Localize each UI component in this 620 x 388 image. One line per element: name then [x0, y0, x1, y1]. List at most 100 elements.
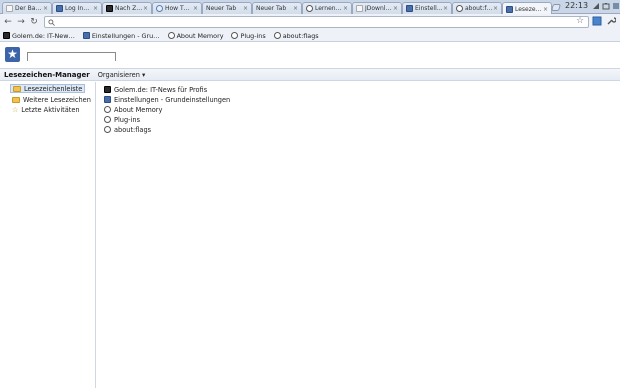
list-item-about-flags[interactable]: about:flags — [104, 125, 151, 134]
tab-title: Einstell… — [415, 5, 442, 12]
globe-icon — [273, 32, 281, 39]
bookmark-search-field[interactable] — [27, 52, 116, 62]
bookmarks-bar: Golem.de: IT-New… Einstellungen - Gru… A… — [0, 30, 620, 42]
bookmark-golem[interactable]: Golem.de: IT-New… — [3, 32, 75, 40]
tab-2[interactable]: Log In… × — [52, 2, 102, 14]
list-item-label: about:flags — [114, 125, 152, 134]
tab-title: Neuer Tab — [256, 5, 287, 12]
forward-button[interactable]: → — [16, 17, 26, 27]
star-icon: ☆ — [12, 105, 19, 114]
battery-icon[interactable] — [602, 2, 610, 10]
status-icon[interactable] — [612, 2, 620, 10]
close-icon[interactable]: × — [143, 5, 148, 12]
tab-9[interactable]: Einstell… × — [402, 2, 452, 14]
tab-7[interactable]: Lernen… × — [302, 2, 352, 14]
folder-icon — [13, 85, 21, 92]
tab-title: Log In… — [65, 5, 90, 12]
close-icon[interactable]: × — [193, 5, 198, 12]
organize-menu-button[interactable]: Organisieren ▾ — [98, 71, 146, 79]
wrench-icon[interactable] — [606, 16, 616, 26]
close-icon[interactable]: × — [293, 5, 298, 12]
toolbar: ← → ↻ — [0, 14, 620, 30]
facebook-icon — [56, 5, 63, 12]
clock: 22:13 — [565, 1, 589, 10]
close-icon[interactable]: × — [393, 5, 398, 12]
tab-10[interactable]: about:f… × — [452, 2, 502, 14]
bookmark-label: About Memory — [176, 31, 224, 40]
tab-4[interactable]: How T… × — [152, 2, 202, 14]
omnibox[interactable] — [44, 16, 589, 28]
settings-icon — [82, 32, 90, 39]
search-icon — [48, 18, 55, 26]
bookmark-label: Golem.de: IT-New… — [12, 31, 75, 40]
close-icon[interactable]: × — [543, 6, 548, 13]
page-icon — [6, 5, 13, 12]
tree-item-label: Lesezeichenleiste — [24, 84, 83, 93]
tab-title: Nach Z… — [115, 5, 142, 12]
tree-item-letzte-aktivitaeten[interactable]: ☆ Letzte Aktivitäten — [10, 105, 82, 114]
list-item-golem[interactable]: Golem.de: IT-News für Profis — [104, 85, 207, 94]
close-icon[interactable]: × — [443, 5, 448, 12]
close-icon[interactable]: × — [93, 5, 98, 12]
tab-title: How T… — [165, 5, 190, 12]
manager-toolbar: Lesezeichen-Manager Organisieren ▾ — [0, 68, 620, 81]
tree-item-label: Letzte Aktivitäten — [21, 105, 80, 114]
bookmark-icon — [506, 5, 513, 13]
close-icon[interactable]: × — [243, 5, 248, 12]
list-item-label: Einstellungen - Grundeinstellungen — [114, 95, 231, 104]
tab-title: Der Ba… — [15, 5, 42, 12]
tab-title: Neuer Tab — [206, 5, 237, 12]
globe-icon — [104, 106, 111, 113]
tree-item-weitere-lesezeichen[interactable]: Weitere Lesezeichen — [10, 95, 93, 104]
page-title: Lesezeichen-Manager — [4, 70, 90, 79]
page-icon — [356, 5, 363, 12]
list-item-about-memory[interactable]: About Memory — [104, 105, 162, 114]
tree-item-lesezeichenleiste[interactable]: Lesezeichenleiste — [10, 84, 86, 93]
bookmark-label: Plug-ins — [240, 31, 266, 40]
list-item-label: About Memory — [114, 105, 163, 114]
bookmark-star-icon[interactable]: ☆ — [576, 16, 584, 26]
globe-icon — [456, 5, 463, 12]
tab-title: Leseze… — [515, 5, 542, 13]
tab-8[interactable]: JDownl… × — [352, 2, 402, 14]
reload-button[interactable]: ↻ — [29, 17, 39, 27]
bookmark-label: about:flags — [282, 31, 319, 40]
settings-icon — [406, 5, 413, 12]
tab-title: about:f… — [465, 5, 492, 12]
bookmark-about-flags[interactable]: about:flags — [273, 31, 319, 40]
tree-item-label: Weitere Lesezeichen — [23, 95, 91, 104]
tab-5[interactable]: Neuer Tab × — [202, 2, 252, 14]
bookmark-einstellungen[interactable]: Einstellungen - Gru… — [82, 31, 160, 40]
tab-1[interactable]: Der Ba… × — [2, 2, 52, 14]
bookmark-label: Einstellungen - Gru… — [91, 31, 160, 40]
omnibox-input[interactable] — [55, 18, 585, 26]
tab-6[interactable]: Neuer Tab × — [252, 2, 302, 14]
globe-icon — [104, 126, 111, 133]
globe-icon — [104, 116, 111, 123]
golem-icon — [104, 86, 111, 93]
tab-title: Lernen… — [315, 5, 342, 12]
globe-icon — [306, 5, 313, 12]
bookmark-search-input[interactable] — [28, 54, 115, 62]
back-button[interactable]: ← — [3, 17, 13, 27]
globe-icon — [156, 5, 163, 12]
list-item-plugins[interactable]: Plug-ins — [104, 115, 140, 124]
globe-icon — [167, 32, 175, 39]
tab-title: JDownl… — [365, 5, 392, 12]
globe-icon — [231, 32, 239, 39]
list-item-einstellungen[interactable]: Einstellungen - Grundeinstellungen — [104, 95, 230, 104]
tab-3[interactable]: Nach Z… × — [102, 2, 152, 14]
tab-strip: Der Ba… × Log In… × Nach Z… × How T… × N… — [0, 0, 620, 15]
golem-icon — [106, 5, 113, 12]
folder-icon — [12, 96, 20, 103]
list-item-label: Golem.de: IT-News für Profis — [114, 85, 208, 94]
close-icon[interactable]: × — [493, 5, 498, 12]
bookmark-about-memory[interactable]: About Memory — [167, 31, 224, 40]
network-icon[interactable] — [592, 2, 600, 10]
page-action-icon[interactable] — [592, 16, 602, 26]
bookmark-plugins[interactable]: Plug-ins — [231, 31, 266, 40]
folder-tree — [0, 82, 96, 388]
close-icon[interactable]: × — [43, 5, 48, 12]
close-icon[interactable]: × — [343, 5, 348, 12]
new-tab-button[interactable] — [551, 4, 561, 11]
